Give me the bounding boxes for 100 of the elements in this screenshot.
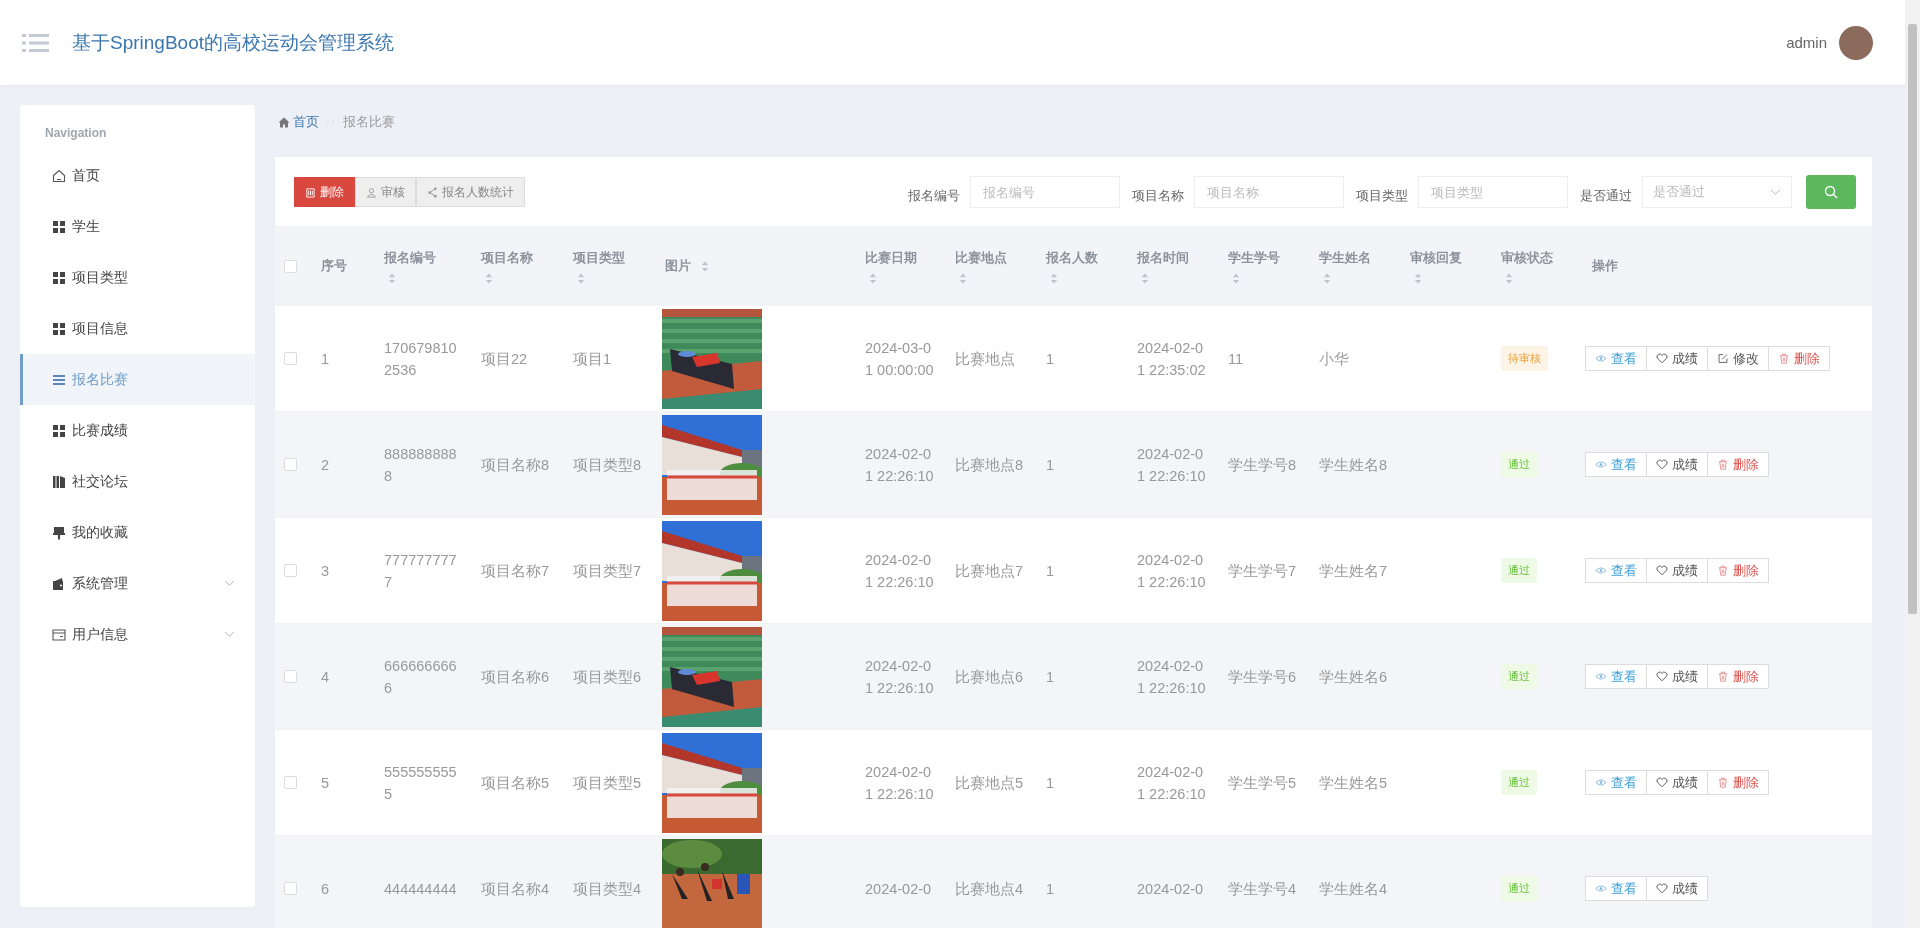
- breadcrumb-current: 报名比赛: [343, 113, 395, 131]
- table-cell: 项目名称7: [481, 562, 550, 579]
- stats-button[interactable]: 报名人数统计: [416, 177, 525, 207]
- sidebar-item[interactable]: 我的收藏: [20, 507, 255, 558]
- sort-icon[interactable]: [485, 272, 493, 284]
- table-cell: 2024-02-01 22:26:10: [1137, 763, 1206, 802]
- view-button[interactable]: 查看: [1585, 664, 1647, 689]
- sidebar-item[interactable]: 项目信息: [20, 303, 255, 354]
- sort-icon[interactable]: [1414, 272, 1422, 284]
- grid-icon: [52, 219, 66, 234]
- table-cell: 比赛地点: [955, 350, 1015, 367]
- search-field[interactable]: 项目名称: [1194, 176, 1344, 208]
- sort-icon[interactable]: [701, 260, 709, 272]
- score-button[interactable]: 成绩: [1646, 452, 1708, 477]
- sidebar-item[interactable]: 学生: [20, 201, 255, 252]
- checkbox[interactable]: [284, 458, 297, 471]
- sort-icon[interactable]: [1050, 272, 1058, 284]
- checkbox[interactable]: [284, 352, 297, 365]
- column-header: 审核状态: [1501, 248, 1553, 267]
- delete-button[interactable]: 删除: [294, 177, 355, 207]
- view-button[interactable]: 查看: [1585, 558, 1647, 583]
- column-header: 序号: [321, 257, 347, 275]
- status-tag: 通过: [1501, 558, 1537, 583]
- scrollbar-thumb[interactable]: [1908, 24, 1917, 614]
- delete-button[interactable]: 删除: [1707, 664, 1769, 689]
- edit-button[interactable]: 修改: [1707, 346, 1769, 371]
- table-cell: 项目类型4: [573, 880, 642, 897]
- checkbox[interactable]: [284, 670, 297, 683]
- search-button[interactable]: [1806, 175, 1856, 209]
- score-button[interactable]: 成绩: [1646, 346, 1708, 371]
- sidebar-item[interactable]: 比赛成绩: [20, 405, 255, 456]
- score-button[interactable]: 成绩: [1646, 770, 1708, 795]
- score-button[interactable]: 成绩: [1646, 664, 1708, 689]
- column-header: 审核回复: [1410, 248, 1462, 267]
- avatar-icon[interactable]: [1839, 25, 1873, 60]
- trash-icon: [305, 186, 316, 198]
- table-cell: 4: [321, 668, 330, 685]
- heart-icon: [1656, 883, 1668, 894]
- home-icon: [278, 116, 290, 128]
- sidebar-item[interactable]: 用户信息: [20, 609, 255, 660]
- table-cell: 2024-02-01 22:26:10: [1137, 657, 1206, 696]
- status-tag: 通过: [1501, 876, 1537, 901]
- checkbox[interactable]: [284, 259, 297, 273]
- table-cell: 7777777777: [384, 551, 457, 590]
- trash-icon: [1778, 353, 1790, 364]
- table-cell: 1: [321, 350, 330, 367]
- table-cell: 5: [321, 774, 330, 791]
- checkbox[interactable]: [284, 564, 297, 577]
- table-cell: 项目22: [481, 350, 528, 367]
- table-cell: 学生姓名4: [1319, 880, 1388, 897]
- table-cell: 1: [1046, 774, 1055, 791]
- table-cell: 1: [1046, 350, 1055, 367]
- sort-icon[interactable]: [869, 272, 877, 284]
- breadcrumb-link[interactable]: 首页: [278, 113, 319, 131]
- chevron-icon: [224, 580, 235, 587]
- search-field[interactable]: 报名编号: [970, 176, 1120, 208]
- table-cell: 1706798102536: [384, 339, 457, 378]
- status-tag: 通过: [1501, 770, 1537, 795]
- audit-button[interactable]: 审核: [355, 177, 416, 207]
- table-cell: 5555555555: [384, 763, 457, 802]
- view-button[interactable]: 查看: [1585, 452, 1647, 477]
- user-name[interactable]: admin: [1786, 34, 1827, 51]
- column-header: 比赛日期: [865, 248, 917, 267]
- column-header: 操作: [1592, 257, 1618, 275]
- sidebar-item[interactable]: 系统管理: [20, 558, 255, 609]
- table-cell: 2024-02-01 22:26:10: [865, 445, 934, 484]
- table-cell: 2024-02-01 22:26:10: [865, 551, 934, 590]
- table-cell: 1: [1046, 880, 1055, 897]
- scrollbar[interactable]: [1905, 0, 1920, 928]
- view-button[interactable]: 查看: [1585, 770, 1647, 795]
- table-cell: 学生姓名8: [1319, 456, 1388, 473]
- card-icon: [52, 627, 66, 642]
- edit-icon: [1717, 353, 1729, 364]
- table-cell: 2024-02-01 22:26:10: [865, 763, 934, 802]
- nav-heading: Navigation: [44, 126, 107, 142]
- sort-icon[interactable]: [1323, 272, 1331, 284]
- menu-icon[interactable]: [22, 31, 50, 54]
- sort-icon[interactable]: [388, 272, 396, 284]
- sidebar-item[interactable]: 项目类型: [20, 252, 255, 303]
- delete-button[interactable]: 删除: [1768, 346, 1830, 371]
- table-cell: 比赛地点6: [955, 668, 1024, 685]
- sort-icon[interactable]: [1505, 272, 1513, 284]
- trash-icon: [1717, 777, 1729, 788]
- checkbox[interactable]: [284, 776, 297, 789]
- view-button[interactable]: 查看: [1585, 876, 1647, 901]
- sort-icon[interactable]: [577, 272, 585, 284]
- sort-icon[interactable]: [959, 272, 967, 284]
- sort-icon[interactable]: [1232, 272, 1240, 284]
- table-cell: 项目类型7: [573, 562, 642, 579]
- sidebar-item[interactable]: 社交论坛: [20, 456, 255, 507]
- score-button[interactable]: 成绩: [1646, 876, 1708, 901]
- sidebar-item[interactable]: 首页: [20, 150, 255, 201]
- score-button[interactable]: 成绩: [1646, 558, 1708, 583]
- checkbox[interactable]: [284, 882, 297, 895]
- delete-button[interactable]: 删除: [1707, 558, 1769, 583]
- view-button[interactable]: 查看: [1585, 346, 1647, 371]
- search-field[interactable]: 项目类型: [1418, 176, 1568, 208]
- sort-icon[interactable]: [1141, 272, 1149, 284]
- delete-button[interactable]: 删除: [1707, 770, 1769, 795]
- delete-button[interactable]: 删除: [1707, 452, 1769, 477]
